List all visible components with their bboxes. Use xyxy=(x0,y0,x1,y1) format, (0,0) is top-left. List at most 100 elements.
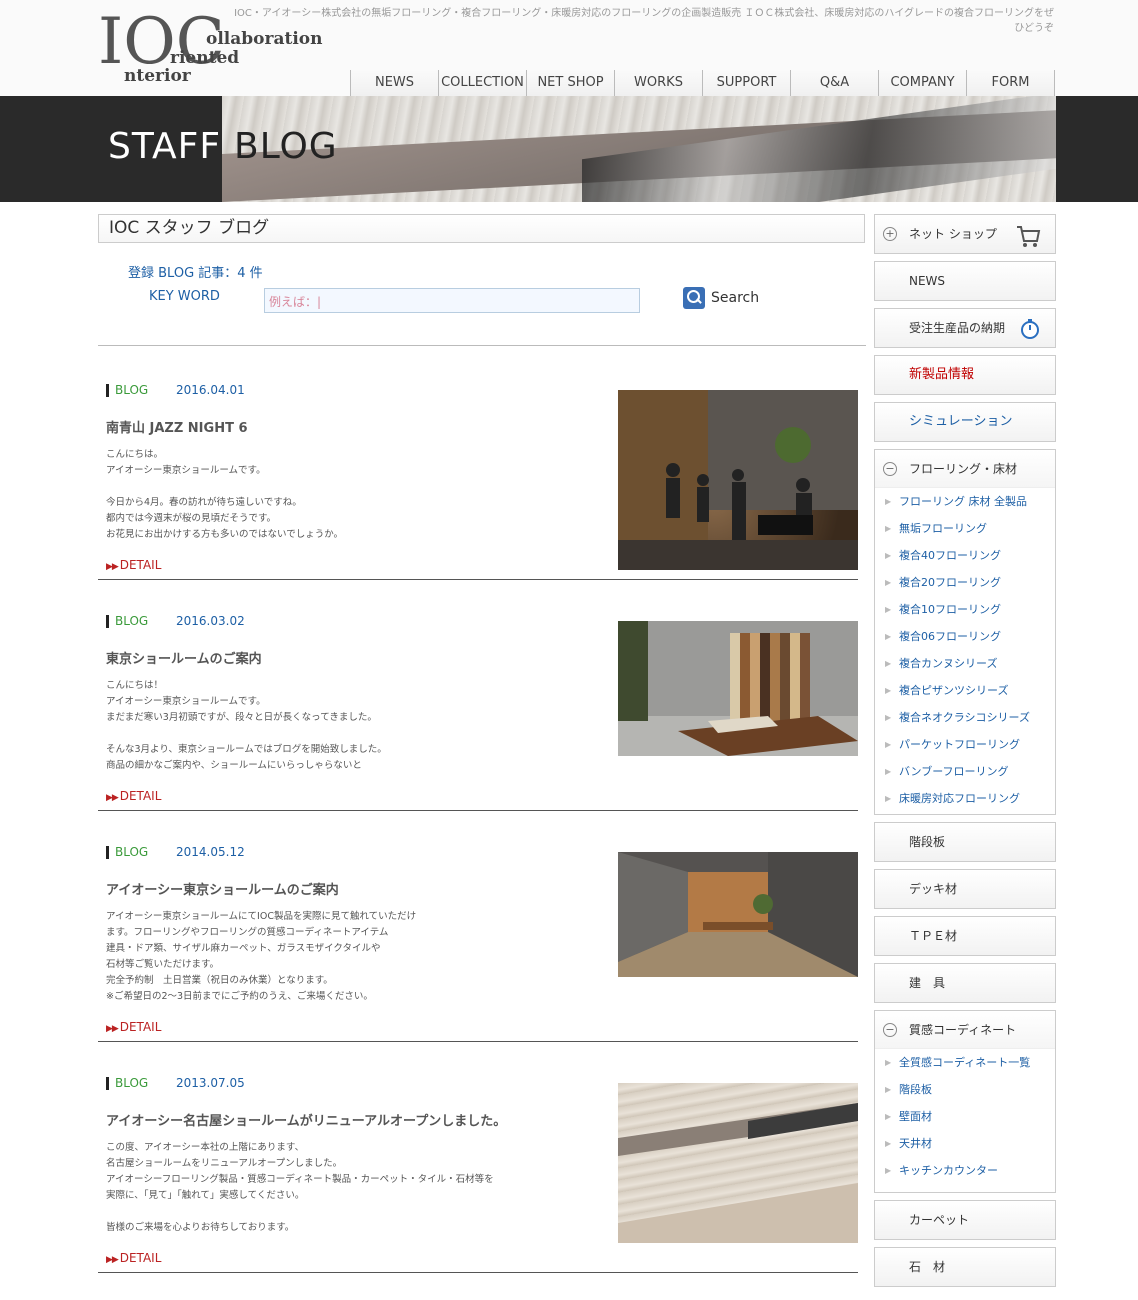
banner-glass xyxy=(582,96,1056,202)
nagoya-photo-svg xyxy=(618,1103,858,1243)
search-icon xyxy=(683,287,705,309)
minus-icon: − xyxy=(883,1023,897,1037)
detail-link[interactable]: DETAIL xyxy=(106,789,162,803)
sidebar-stone[interactable]: 石 材 xyxy=(874,1247,1056,1287)
sidebar-simulation[interactable]: シミュレーション xyxy=(874,402,1056,442)
sidebar-item-kitchen-counter[interactable]: キッチンカウンター xyxy=(875,1157,1055,1184)
sidebar-item-ceiling[interactable]: 天井材 xyxy=(875,1130,1055,1157)
post-date: 2016.04.01 xyxy=(176,383,245,397)
stopwatch-icon xyxy=(1021,319,1039,339)
search-input[interactable]: 例えば：| xyxy=(264,288,640,313)
sidebar-item-neoclassico[interactable]: 複合ネオクラシコシリーズ xyxy=(875,704,1055,731)
nav-works[interactable]: WORKS xyxy=(615,70,703,96)
sidebar-item-bamboo[interactable]: バンブーフローリング xyxy=(875,758,1055,785)
sidebar-texture-group: − 質感コーディネート 全質感コーディネート一覧 階段板 壁面材 天井材 キッチ… xyxy=(874,1010,1056,1193)
sidebar-delivery[interactable]: 受注生産品の納期 xyxy=(874,308,1056,348)
sidebar-tpe[interactable]: ＴＰＥ材 xyxy=(874,916,1056,956)
nav-collection[interactable]: COLLECTION xyxy=(439,70,527,96)
post-category: BLOG xyxy=(106,615,148,628)
search-button-label: Search xyxy=(711,290,760,306)
sidebar-item-byzantine[interactable]: 複合ピザンツシリーズ xyxy=(875,677,1055,704)
nav-news[interactable]: NEWS xyxy=(351,70,439,96)
sidebar-carpet[interactable]: カーペット xyxy=(874,1200,1056,1240)
sidebar-item-cannes[interactable]: 複合カンヌシリーズ xyxy=(875,650,1055,677)
post-title[interactable]: アイオーシー名古屋ショールームがリニューアルオープンしました。 xyxy=(106,1110,506,1129)
tagline: IOC・アイオーシー株式会社の無垢フローリング・複合フローリング・床暖房対応のフ… xyxy=(234,8,1054,34)
banner-title-staff: STAFF xyxy=(108,126,222,167)
nav-qa[interactable]: Q&A xyxy=(791,70,879,96)
search-button[interactable]: Search xyxy=(683,286,759,310)
sidebar-item-parquet[interactable]: パーケットフローリング xyxy=(875,731,1055,758)
sidebar-deck[interactable]: デッキ材 xyxy=(874,869,1056,909)
sidebar-new-products[interactable]: 新製品情報 xyxy=(874,355,1056,395)
blog-post: BLOG 2014.05.12 アイオーシー東京ショールームのご案内 アイオーシ… xyxy=(98,839,858,1069)
sidebar-stairs[interactable]: 階段板 xyxy=(874,822,1056,862)
banner-image xyxy=(222,96,1056,202)
post-title[interactable]: アイオーシー東京ショールームのご案内 xyxy=(106,879,339,898)
sidebar-item-composite40[interactable]: 複合40フローリング xyxy=(875,542,1055,569)
banner-title-blog: BLOG xyxy=(234,126,338,167)
sidebar-delivery-label: 受注生産品の納期 xyxy=(909,321,1006,335)
sidebar-texture-head[interactable]: − 質感コーディネート xyxy=(875,1011,1055,1049)
divider xyxy=(98,345,866,346)
jazz-photo-svg xyxy=(618,390,858,570)
sidebar-flooring-head[interactable]: − フローリング・床材 xyxy=(875,450,1055,488)
post-category: BLOG xyxy=(106,384,148,397)
post-photo-nagoya[interactable] xyxy=(618,1083,858,1243)
sidebar-item-all-flooring[interactable]: フローリング 床材 全製品 xyxy=(875,488,1055,515)
sidebar-item-texture-all[interactable]: 全質感コーディネート一覧 xyxy=(875,1049,1055,1076)
logo-line3: nterior xyxy=(124,66,191,86)
sidebar-item-composite10[interactable]: 複合10フローリング xyxy=(875,596,1055,623)
sidebar-item-composite20[interactable]: 複合20フローリング xyxy=(875,569,1055,596)
detail-link[interactable]: DETAIL xyxy=(106,1020,162,1034)
tokyo-photo-svg xyxy=(618,852,858,977)
blog-post: BLOG 2016.04.01 南青山 JAZZ NIGHT 6 こんにちは。 … xyxy=(98,377,858,607)
post-title[interactable]: 東京ショールームのご案内 xyxy=(106,648,262,667)
sidebar-item-floor-heating[interactable]: 床暖房対応フローリング xyxy=(875,785,1055,812)
plus-icon: + xyxy=(883,227,897,241)
divider xyxy=(98,1272,858,1273)
logo-line2: riented xyxy=(170,48,240,68)
main-nav: NEWS COLLECTION NET SHOP WORKS SUPPORT Q… xyxy=(350,70,1055,96)
sidebar-netshop[interactable]: + ネット ショップ xyxy=(874,214,1056,254)
sidebar-netshop-label: ネット ショップ xyxy=(909,227,997,241)
post-excerpt: この度、アイオーシー本社の上階にあります、 名古屋ショールームをリニューアルオー… xyxy=(106,1142,494,1233)
keyword-label: KEY WORD xyxy=(149,289,220,304)
sidebar-news[interactable]: NEWS xyxy=(874,261,1056,301)
nav-company[interactable]: COMPANY xyxy=(879,70,967,96)
sidebar-item-solid[interactable]: 無垢フローリング xyxy=(875,515,1055,542)
post-date: 2013.07.05 xyxy=(176,1076,245,1090)
detail-link[interactable]: DETAIL xyxy=(106,1251,162,1265)
minus-icon: − xyxy=(883,462,897,476)
post-category: BLOG xyxy=(106,1077,148,1090)
post-excerpt: こんにちは。 アイオーシー東京ショールームです。 今日から4月。春の訪れが待ち遠… xyxy=(106,449,344,540)
post-count: 登録 BLOG 記事：4 件 xyxy=(128,266,263,281)
sidebar-item-texture-stairs[interactable]: 階段板 xyxy=(875,1076,1055,1103)
texture-head-label: 質感コーディネート xyxy=(909,1023,1017,1037)
post-date: 2014.05.12 xyxy=(176,845,245,859)
post-photo-tokyo[interactable] xyxy=(618,852,858,977)
nav-form[interactable]: FORM xyxy=(967,70,1055,96)
main-content: IOC スタッフ ブログ 登録 BLOG 記事：4 件 KEY WORD 例えば… xyxy=(98,214,866,1273)
post-excerpt: アイオーシー東京ショールームにてIOC製品を実際に見て触れていただけ ます。フロ… xyxy=(106,911,417,1002)
post-photo-jazz[interactable] xyxy=(618,390,858,570)
sidebar-item-composite06[interactable]: 複合06フローリング xyxy=(875,623,1055,650)
sidebar-flooring-group: − フローリング・床材 フローリング 床材 全製品 無垢フローリング 複合40フ… xyxy=(874,449,1056,815)
cart-icon xyxy=(1017,226,1041,247)
post-photo-showroom[interactable] xyxy=(618,621,858,756)
page-title: IOC スタッフ ブログ xyxy=(98,214,865,243)
sidebar-fittings[interactable]: 建 具 xyxy=(874,963,1056,1003)
sidebar-item-wall[interactable]: 壁面材 xyxy=(875,1103,1055,1130)
sidebar: + ネット ショップ NEWS 受注生産品の納期 新製品情報 シミュレーション … xyxy=(874,214,1056,1287)
showroom-photo-svg xyxy=(618,621,858,756)
detail-link[interactable]: DETAIL xyxy=(106,558,162,572)
flooring-head-label: フローリング・床材 xyxy=(909,462,1018,476)
nav-net-shop[interactable]: NET SHOP xyxy=(527,70,615,96)
post-category: BLOG xyxy=(106,846,148,859)
post-date: 2016.03.02 xyxy=(176,614,245,628)
post-title[interactable]: 南青山 JAZZ NIGHT 6 xyxy=(106,417,248,436)
page-banner: STAFF BLOG xyxy=(0,96,1138,202)
nav-support[interactable]: SUPPORT xyxy=(703,70,791,96)
post-excerpt: こんにちは！ アイオーシー東京ショールームです。 まだまだ寒い3月初頭ですが、段… xyxy=(106,680,387,771)
divider xyxy=(98,579,858,580)
